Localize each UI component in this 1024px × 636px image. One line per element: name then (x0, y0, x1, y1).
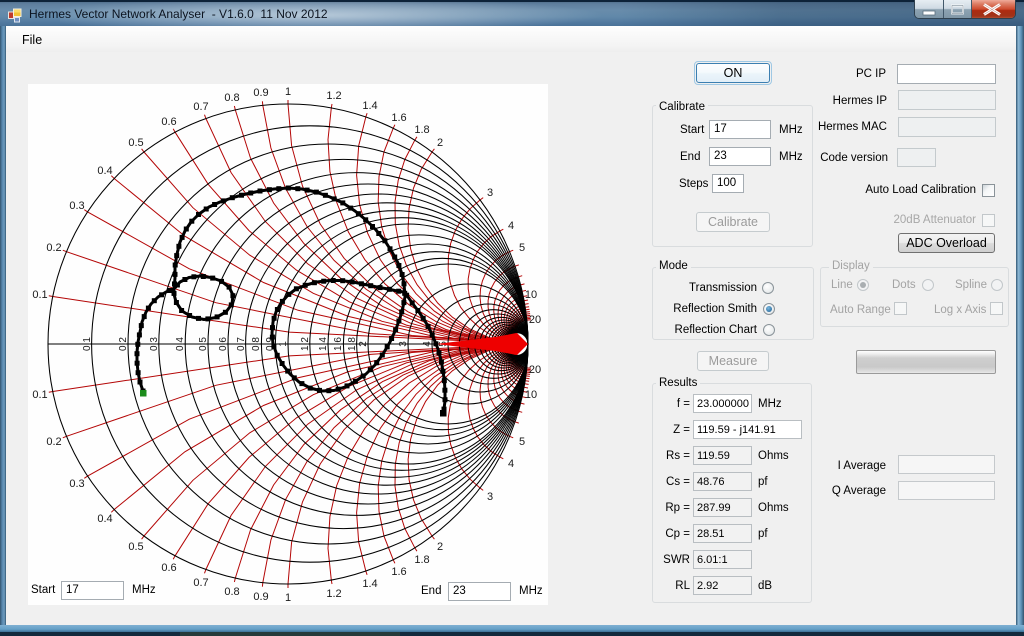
svg-text:5: 5 (519, 436, 525, 448)
svg-text:0.9: 0.9 (253, 87, 268, 99)
svg-text:20: 20 (529, 314, 541, 326)
svg-text:3: 3 (487, 491, 493, 503)
svg-text:2: 2 (437, 137, 443, 149)
svg-text:3: 3 (487, 187, 493, 199)
svg-text:0.6: 0.6 (161, 562, 176, 574)
svg-text:0.8: 0.8 (251, 337, 262, 351)
svg-text:0.8: 0.8 (224, 586, 239, 598)
svg-text:0.4: 0.4 (97, 513, 112, 525)
svg-text:1.8: 1.8 (414, 554, 429, 566)
svg-text:5: 5 (519, 242, 525, 254)
svg-text:0.6: 0.6 (161, 116, 176, 128)
svg-text:0.1: 0.1 (82, 337, 93, 351)
svg-text:3: 3 (398, 341, 409, 347)
svg-text:1.6: 1.6 (333, 337, 344, 351)
svg-text:10: 10 (525, 389, 537, 401)
svg-text:4: 4 (508, 458, 514, 470)
svg-text:0.1: 0.1 (32, 289, 47, 301)
svg-text:0.7: 0.7 (193, 101, 208, 113)
svg-text:1.6: 1.6 (391, 112, 406, 124)
svg-text:0.7: 0.7 (236, 337, 247, 351)
svg-text:1.2: 1.2 (326, 90, 341, 102)
svg-text:1: 1 (278, 341, 289, 347)
svg-text:2: 2 (437, 541, 443, 553)
svg-text:0.1: 0.1 (32, 389, 47, 401)
svg-text:0.2: 0.2 (46, 242, 61, 254)
svg-text:2: 2 (358, 341, 369, 347)
svg-text:10: 10 (525, 289, 537, 301)
svg-text:0.3: 0.3 (69, 478, 84, 490)
svg-text:0.6: 0.6 (218, 337, 229, 351)
svg-text:1: 1 (285, 86, 291, 98)
svg-text:0.2: 0.2 (118, 337, 129, 351)
svg-text:0.5: 0.5 (128, 541, 143, 553)
svg-text:0.5: 0.5 (198, 337, 209, 351)
svg-text:1.4: 1.4 (362, 578, 377, 590)
svg-text:0.3: 0.3 (149, 337, 160, 351)
svg-text:1.8: 1.8 (414, 124, 429, 136)
svg-text:1: 1 (285, 592, 291, 604)
svg-text:1.2: 1.2 (326, 588, 341, 600)
svg-text:1.4: 1.4 (362, 100, 377, 112)
svg-text:4: 4 (422, 341, 433, 347)
svg-text:0.4: 0.4 (97, 165, 112, 177)
svg-text:0.3: 0.3 (69, 200, 84, 212)
svg-text:1.8: 1.8 (347, 337, 358, 351)
svg-text:20: 20 (529, 364, 541, 376)
svg-text:0.9: 0.9 (253, 591, 268, 603)
svg-text:0.2: 0.2 (46, 436, 61, 448)
svg-text:4: 4 (508, 220, 514, 232)
svg-text:1.2: 1.2 (300, 337, 311, 351)
svg-text:1.6: 1.6 (391, 566, 406, 578)
svg-text:0.4: 0.4 (175, 337, 186, 351)
svg-text:1.4: 1.4 (318, 337, 329, 351)
svg-text:0.5: 0.5 (128, 137, 143, 149)
svg-text:0.7: 0.7 (193, 577, 208, 589)
svg-text:0.8: 0.8 (224, 92, 239, 104)
